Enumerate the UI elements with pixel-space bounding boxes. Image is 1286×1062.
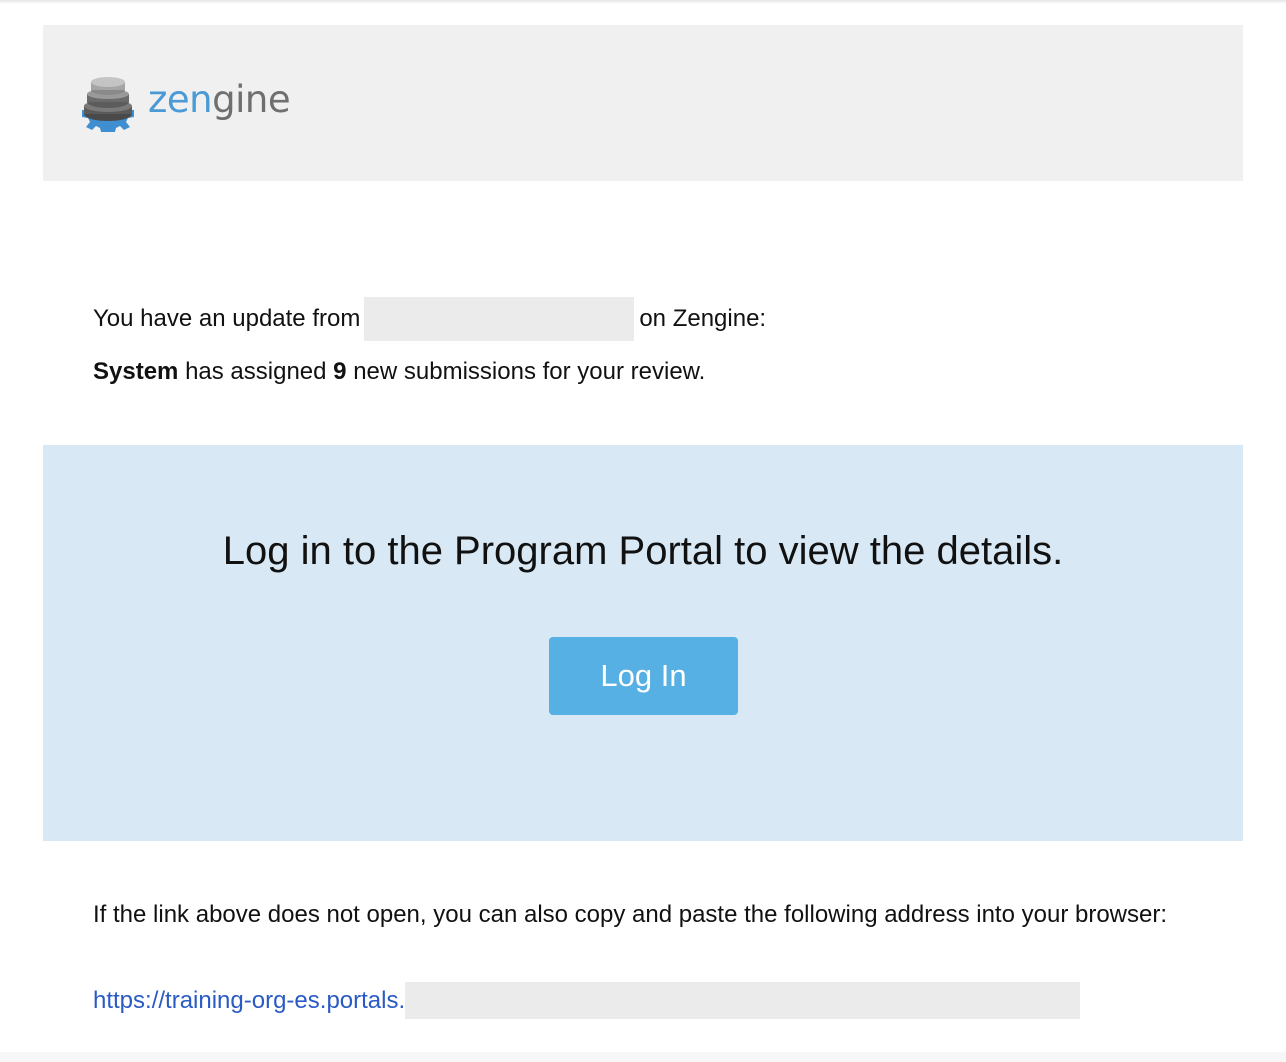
redacted-url [405, 982, 1081, 1019]
assign-suffix: new submissions for your review. [353, 358, 706, 385]
submission-count: 9 [333, 358, 347, 385]
login-button[interactable]: Log In [549, 637, 738, 715]
email-header: zengine [43, 25, 1243, 181]
bottom-shade [0, 1052, 1286, 1062]
zengine-wordmark: zengine [148, 77, 291, 121]
update-line: You have an update from on Zengine: [93, 297, 766, 341]
assigner-name: System [93, 358, 179, 385]
wordmark-gine: gine [212, 77, 291, 121]
email-page: zengine You have an update from on Zengi… [0, 0, 1286, 1062]
top-shadow [0, 0, 1286, 4]
zengine-logo: zengine [76, 72, 291, 132]
assignment-message: System has assigned 9 new submissions fo… [93, 357, 705, 387]
fallback-link-line: https://training-org-es.portals. [93, 982, 1081, 1019]
update-prefix: You have an update from [93, 305, 361, 332]
update-suffix: on Zengine: [639, 305, 767, 332]
redacted-org-name [364, 297, 635, 341]
fallback-instructions: If the link above does not open, you can… [93, 901, 1167, 928]
wordmark-zen: zen [148, 77, 213, 121]
portal-link[interactable]: https://training-org-es.portals. [93, 987, 405, 1015]
cta-title: Log in to the Program Portal to view the… [222, 529, 1064, 573]
assign-mid: has assigned [185, 358, 327, 385]
zengine-logo-icon [82, 77, 134, 132]
